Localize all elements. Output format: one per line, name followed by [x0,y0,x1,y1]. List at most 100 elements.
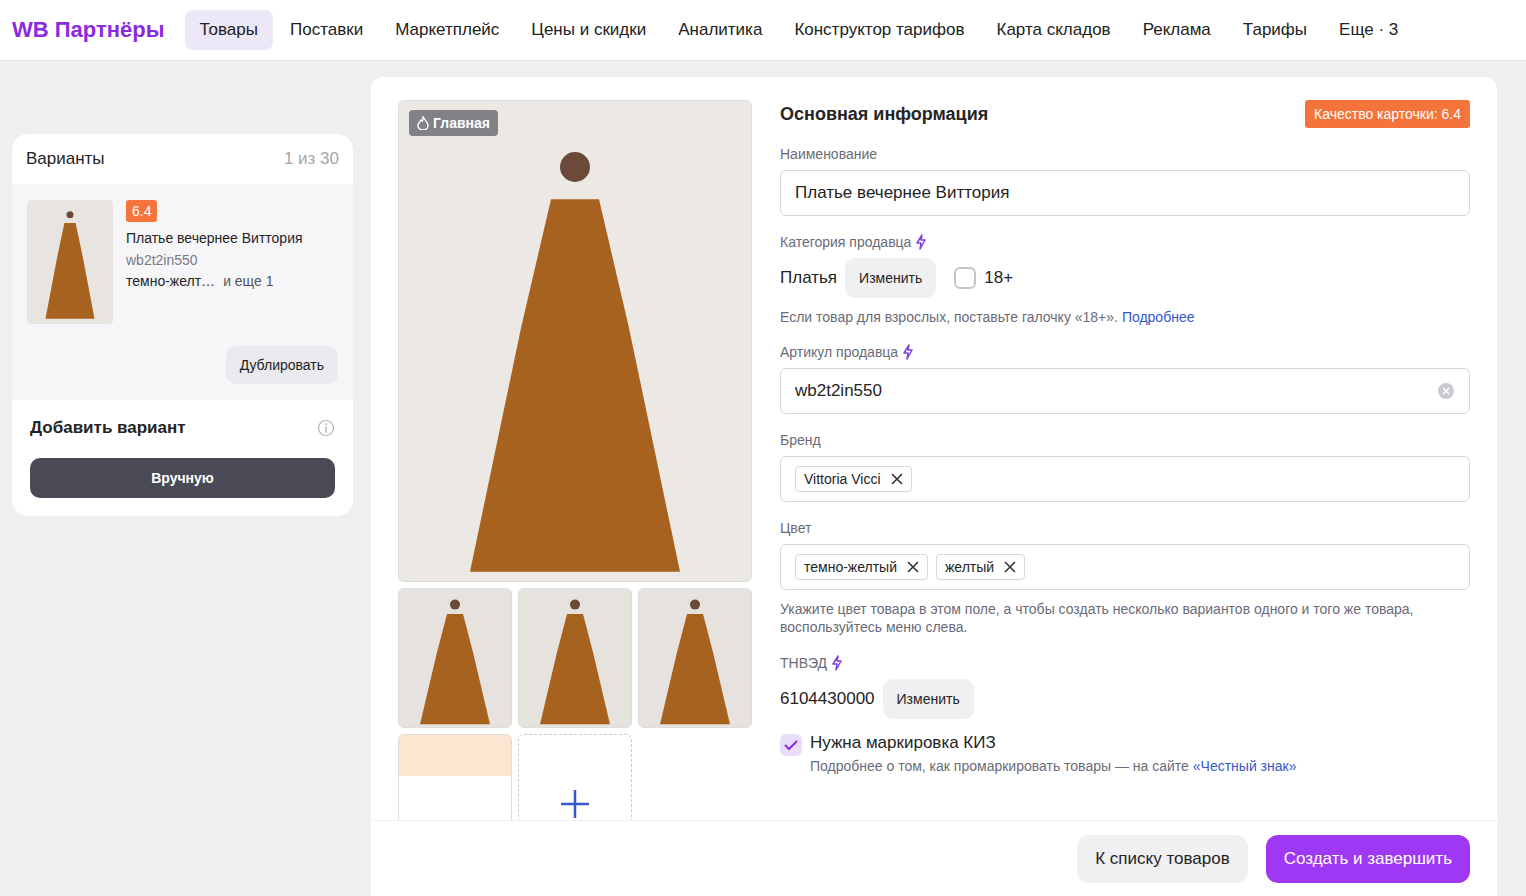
nav-tab[interactable]: Конструктор тарифов [779,10,979,50]
variant-color: темно-желт… [126,273,215,289]
add-photo[interactable] [518,734,632,820]
nav-tab[interactable]: Аналитика [663,10,777,50]
card-footer: К списку товаров Создать и завершить [371,820,1497,896]
nav-tab[interactable]: Маркетплейс [380,10,514,50]
variant-more: и еще 1 [223,273,273,289]
size-chart-thumb[interactable] [398,734,512,820]
article-label: Артикул продавца [780,344,1470,360]
add-variant-title: Добавить вариант [30,418,186,438]
more-link[interactable]: Подробнее [1122,309,1195,325]
tnved-label-text: ТНВЭД [780,655,827,671]
variant-name: Платье вечернее Виттория [126,230,303,246]
close-icon [1004,561,1016,573]
nav-tab[interactable]: Товары [185,10,273,50]
dress-photo [525,591,625,727]
quality-badge: 6.4 [126,200,157,222]
variants-count: 1 из 30 [284,149,339,169]
lightning-icon [831,655,843,671]
brand-tag: Vittoria Vicci [795,466,912,492]
adult-label: 18+ [984,268,1013,288]
kiz-label: Нужна маркировка КИЗ [810,733,1296,753]
category-label: Категория продавца [780,234,1470,250]
article-label-text: Артикул продавца [780,344,898,360]
duplicate-button[interactable]: Дублировать [226,346,338,384]
brand-name: Vittoria Vicci [804,471,881,487]
variant-photo [27,200,113,324]
color-name: темно-желтый [804,559,897,575]
adult-hint: Если товар для взрослых, поставьте галоч… [780,308,1470,326]
photo-thumb[interactable] [518,588,632,728]
variants-title: Варианты [26,149,105,169]
create-button[interactable]: Создать и завершить [1266,835,1470,883]
variant-colors: темно-желт… и еще 1 [126,273,303,289]
color-input[interactable]: темно-желтый желтый [780,544,1470,590]
adult-checkbox[interactable] [954,267,976,289]
dress-photo [425,121,725,581]
adult-hint-text: Если товар для взрослых, поставьте галоч… [780,309,1118,325]
variant-row: 6.4 Платье вечернее Виттория wb2t2in550 тем… [27,200,338,324]
color-tag: желтый [936,554,1025,580]
kiz-hint-text: Подробнее о том, как промаркировать това… [810,758,1189,774]
variants-panel: Варианты 1 из 30 6.4 Платье вечернее Виттор… [12,134,353,516]
logo[interactable]: WB Партнёры [12,17,165,43]
change-category-button[interactable]: Изменить [845,258,936,298]
brand-input[interactable]: Vittoria Vicci [780,456,1470,502]
tnved-value: 6104430000 [780,689,875,709]
color-label: Цвет [780,520,1470,536]
color-tag: темно-желтый [795,554,928,580]
kiz-text: Нужна маркировка КИЗ Подробнее о том, как… [810,733,1296,775]
variant-article: wb2t2in550 [126,252,303,268]
main-info-form: Основная информация Качество карточки: 6.… [780,100,1470,820]
content: Варианты 1 из 30 6.4 Платье вечернее Виттор… [0,61,1526,896]
nav-tab[interactable]: Поставки [275,10,378,50]
category-value: Платья [780,268,837,288]
fire-icon [417,116,429,130]
color-name: желтый [945,559,994,575]
variant-info: 6.4 Платье вечернее Виттория wb2t2in550 тем… [126,200,303,324]
quality-badge: Качество карточки: 6.4 [1305,100,1470,128]
nav-tab[interactable]: Реклама [1128,10,1226,50]
kiz-hint: Подробнее о том, как промаркировать това… [810,757,1296,775]
article-input[interactable]: wb2t2in550 [780,368,1470,414]
nav-tab[interactable]: Еще · 3 [1324,10,1413,50]
nav-tab[interactable]: Карта складов [982,10,1126,50]
name-label: Наименование [780,146,1470,162]
form-title: Основная информация [780,104,988,125]
main-badge-label: Главная [433,115,490,131]
tnved-label: ТНВЭД [780,655,1470,671]
category-row: Платья Изменить 18+ [780,258,1470,298]
main-photo[interactable]: Главная [398,100,752,582]
photo-gallery: Главная [398,100,753,820]
add-variant-header: Добавить вариант [30,418,335,438]
add-variant: Добавить вариант Вручную [12,400,353,516]
close-icon [907,561,919,573]
kiz-row: Нужна маркировка КИЗ Подробнее о том, как… [780,733,1470,775]
form-header: Основная информация Качество карточки: 6.… [780,100,1470,128]
back-button[interactable]: К списку товаров [1077,835,1247,883]
article-value: wb2t2in550 [795,381,882,401]
kiz-checkbox[interactable] [780,734,802,756]
lightning-icon [902,344,914,360]
change-tnved-button[interactable]: Изменить [883,679,974,719]
close-icon [891,473,903,485]
tnved-row: 6104430000 Изменить [780,679,1470,719]
brand-label: Бренд [780,432,1470,448]
color-hint: Укажите цвет товара в этом поле, а чтобы… [780,600,1470,636]
nav-tab[interactable]: Тарифы [1228,10,1322,50]
dress-photo [405,591,505,727]
lightning-icon [915,234,927,250]
manual-button[interactable]: Вручную [30,458,335,498]
honest-sign-link[interactable]: «Честный знак» [1193,758,1297,774]
variant-item[interactable]: 6.4 Платье вечернее Виттория wb2t2in550 тем… [12,184,353,400]
dress-photo [35,203,105,321]
clear-icon [1437,382,1455,400]
top-nav: WB Партнёры ТоварыПоставкиМаркетплейсЦены… [0,0,1526,61]
photo-thumb[interactable] [398,588,512,728]
dress-photo [645,591,745,727]
name-input[interactable]: Платье вечернее Виттория [780,170,1470,216]
main-badge: Главная [409,110,498,136]
variants-header: Варианты 1 из 30 [12,134,353,184]
nav-tab[interactable]: Цены и скидки [516,10,661,50]
photo-thumb[interactable] [638,588,752,728]
category-label-text: Категория продавца [780,234,911,250]
